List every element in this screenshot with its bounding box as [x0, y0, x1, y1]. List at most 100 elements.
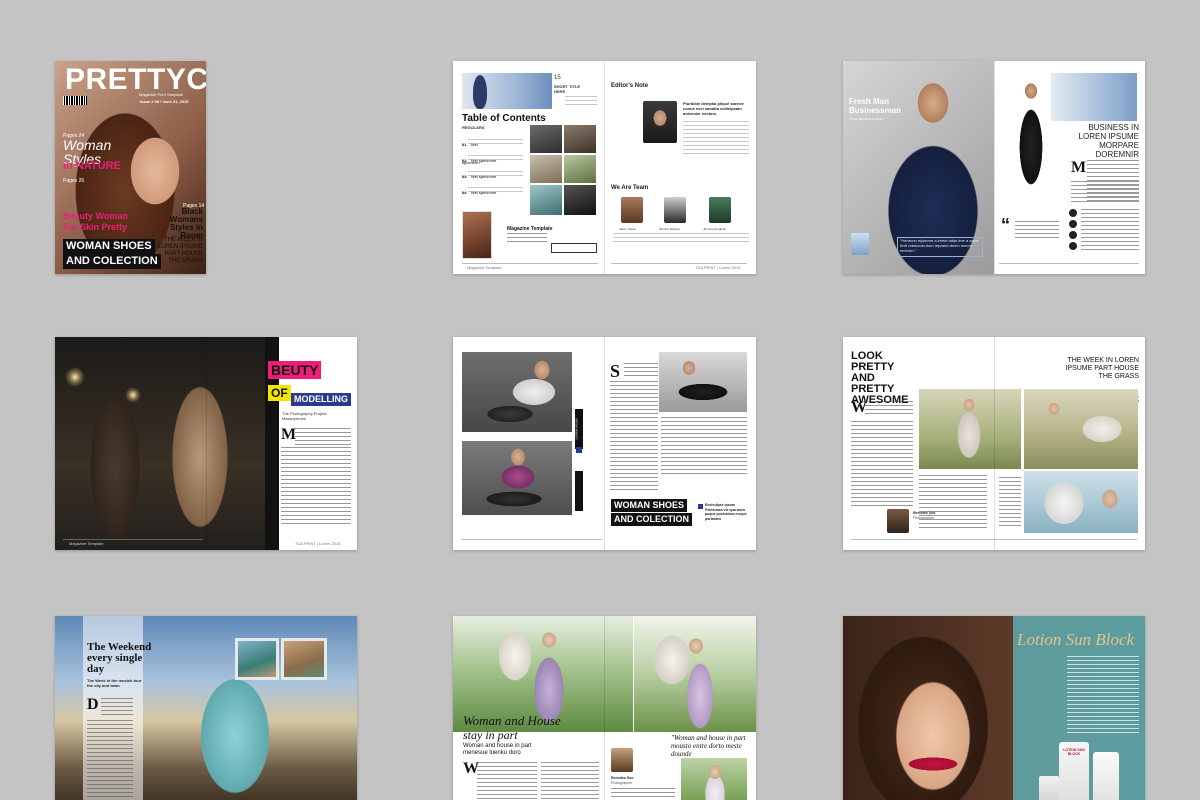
shoes-body-text-2 [610, 381, 658, 493]
toc-magazine-label: Magazine Template [507, 226, 553, 232]
team-photo [664, 197, 686, 223]
team-photo [621, 197, 643, 223]
lotion-product-tube [1093, 752, 1119, 800]
businessman-spread-thumbnail[interactable]: Fresh Man Businessman "Fresh Man Busines… [843, 61, 1145, 274]
cover-tagline: Magazine Print Template [139, 92, 183, 97]
businesswoman-photo [1009, 77, 1053, 219]
shoes-footer-rule [462, 539, 602, 540]
lotion-product-jar [1039, 776, 1059, 800]
toc-grid-photo [564, 185, 596, 215]
toc-spread-thumbnail[interactable]: 15 SHORT TITLE HERE Table of Contents RE… [453, 61, 756, 274]
team-heading: We Are Team [611, 185, 649, 191]
house-script-title-2: stay in part [463, 728, 518, 742]
weekend-spread-thumbnail[interactable]: The Weekend every single day The Week in… [55, 616, 357, 800]
house-spread-thumbnail[interactable]: Woman and House stay in part Woman and h… [453, 616, 756, 800]
lotion-title: Lotion Sun Block [1017, 630, 1135, 649]
toc-grid-photo [530, 125, 562, 153]
house-author-name: Remotes Soo [611, 776, 634, 780]
week-headline: THE WEEK IN LOREN IPSUME PART HOUSE THE … [1065, 357, 1139, 380]
toc-short-title: SHORT TITLE HERE [554, 84, 581, 94]
cover-headline-1b: in NATURE [63, 160, 121, 172]
spread-gutter [604, 616, 605, 800]
businessman-pullquote [1015, 221, 1059, 241]
shoes-spread-thumbnail[interactable]: LOREM IPSUM S WOMAN SHOES AND COLECTION … [453, 337, 756, 550]
perfume-bottle [851, 233, 869, 255]
toc-grid-photo [564, 125, 596, 153]
beauty-footer-rule [63, 539, 203, 540]
beauty-footer-left: Magazine Template [69, 541, 104, 546]
toc-item-number: 03 [462, 174, 467, 179]
beauty-body-text [295, 428, 351, 446]
spread-gutter [604, 61, 605, 274]
spread-gutter [994, 337, 995, 550]
toc-magazine-box [551, 243, 597, 253]
toc-regulars: REGULARS [462, 125, 485, 130]
shoes-photo-2 [462, 441, 572, 515]
businessman-kicker-sub: "Fresh Man Businessman." [849, 117, 886, 121]
spread-gutter [206, 337, 207, 550]
shoes-blue-square-2 [698, 504, 703, 509]
cover-masthead: PRETTYCA [65, 63, 206, 96]
shoes-dropcap: S [610, 361, 621, 381]
editor-photo [643, 101, 677, 143]
beauty-word-1: BEUTY [268, 361, 322, 379]
house-photo-right [634, 616, 756, 732]
cover-page-ref-2: Pages 26 [63, 178, 85, 184]
look-pretty-spread-thumbnail[interactable]: LOOK PRETTY AND PRETTY AWESOME W Remotes… [843, 337, 1145, 550]
shoes-side-tag-text: LOREM IPSUM [574, 418, 579, 440]
couple-night-photo [55, 337, 277, 550]
shoes-banner-1: WOMAN SHOES [611, 499, 688, 512]
editor-quote: Plurbibie deleptia plique saenee conus e… [683, 101, 744, 116]
team-bio-text [613, 233, 749, 243]
toc-title: Table of Contents [462, 113, 546, 124]
business-team-photo [1051, 73, 1137, 121]
awesome-col-text [919, 475, 987, 529]
cover-banner-2: AND COLECTION [63, 254, 161, 269]
cover-banner-1: WOMAN SHOES [63, 239, 155, 254]
weekend-body-text [101, 698, 133, 716]
girl-field-photo [919, 389, 1021, 469]
cover-issue: Issue # 08 / June 21, 2015 [140, 99, 189, 104]
beauty-word-2: OF [268, 385, 291, 401]
weekend-inset-2 [281, 638, 327, 680]
beauty-sub-2: Masterpieces [282, 416, 306, 421]
lotion-spread-thumbnail[interactable]: Lotion Sun Block LOTION SUN BLOCK [843, 616, 1145, 800]
businessman-quote: "Hermmo etpacme a iment adipt ime a agem… [900, 238, 980, 253]
shoes-photo-3 [659, 352, 747, 412]
beauty-dropcap: M [281, 426, 297, 443]
look-pretty-body-text-2 [851, 421, 913, 507]
awesome-footer-rule [851, 539, 1137, 540]
lotion-product-label: LOTION SUN BLOCK [1063, 748, 1085, 756]
toc-footer-rule [462, 263, 598, 264]
cover-headline-3: Black Womans Styles in Room [169, 207, 203, 240]
shoes-caption: Enchulipse ipsum Pentiumas vie qua-aneo … [705, 503, 747, 521]
businessman-footer-rule [999, 263, 1139, 264]
house-photo-small [681, 758, 747, 800]
lotion-face-photo [843, 616, 1013, 800]
toc-grid-photo [530, 155, 562, 183]
toc-footer-rule-right [611, 263, 747, 264]
house-script-title: Woman and House [463, 713, 561, 728]
beauty-modelling-spread-thumbnail[interactable]: BEUTY OF MODELLING The Photography Proje… [55, 337, 357, 550]
shoes-side-tag-2 [575, 471, 583, 511]
circle-icon [1069, 220, 1077, 228]
toc-item-number: 01 [462, 142, 467, 147]
beauty-body-text-2 [281, 447, 351, 527]
look-pretty-body-text [865, 401, 913, 417]
businessman-body-text-2 [1071, 181, 1139, 203]
cover-headline-4: THE WEEK IN LOREN IPSUME PART HOUSE THE … [157, 237, 203, 264]
toc-grid-photo [530, 185, 562, 215]
author-photo [887, 509, 909, 533]
toc-intro-lines [565, 96, 597, 108]
businessman-quote-mark: “ [1001, 215, 1010, 235]
businessman-headline: BUSINESS IN LOREN IPSUME MORPARE DOREMNI… [1078, 123, 1139, 159]
white-horse-photo [1024, 471, 1138, 533]
circle-icon [1069, 242, 1077, 250]
house-body-text-2 [541, 762, 599, 800]
lotion-body-text [1067, 656, 1139, 736]
magazine-cover-thumbnail[interactable]: PRETTYCA Magazine Print Template Issue #… [55, 61, 206, 274]
weekend-inset-1 [235, 638, 279, 680]
house-author-photo [611, 748, 633, 772]
toc-footer-right: TDA PRINT | Lorem 2015 [695, 265, 741, 270]
house-subtitle: Woman and house in part menesue luenku d… [463, 743, 532, 756]
